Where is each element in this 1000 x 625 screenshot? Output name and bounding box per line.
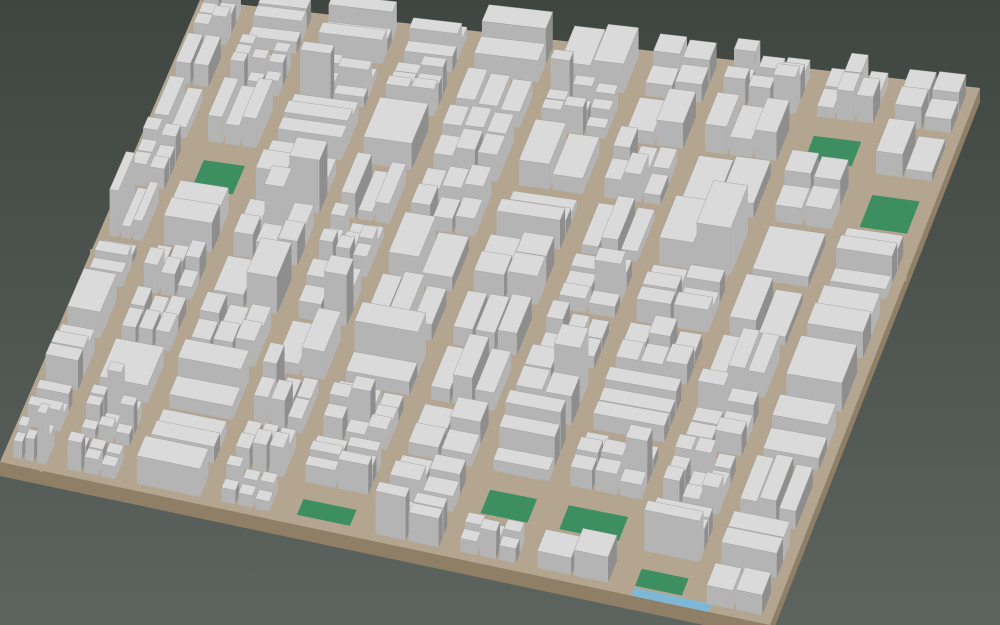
building-wall-front bbox=[193, 63, 209, 87]
building-wall-front bbox=[804, 205, 832, 230]
building-roof bbox=[773, 63, 800, 78]
city-model-render[interactable] bbox=[0, 0, 1000, 625]
building-wall-front bbox=[133, 219, 143, 241]
building-wall-front bbox=[67, 440, 82, 473]
building-wall-front bbox=[656, 120, 684, 149]
building-wall-front bbox=[37, 411, 46, 465]
building-wall-front bbox=[84, 457, 99, 476]
building-roof bbox=[733, 38, 761, 53]
building-wall-side bbox=[45, 404, 50, 465]
model-viewport[interactable] bbox=[0, 0, 1000, 625]
building-wall-front bbox=[208, 115, 223, 144]
building-wall-front bbox=[121, 225, 131, 239]
building-wall-front bbox=[252, 442, 267, 474]
building-wall-front bbox=[836, 89, 854, 121]
building-wall-front bbox=[13, 440, 23, 460]
building-wall-front bbox=[876, 151, 903, 178]
building-wall-front bbox=[704, 124, 727, 155]
building-wall-front bbox=[375, 201, 390, 224]
building-wall-side bbox=[330, 45, 335, 103]
building-roof bbox=[723, 65, 751, 80]
building-wall-front bbox=[233, 231, 253, 259]
building-wall-front bbox=[225, 123, 240, 146]
building-wall-front bbox=[160, 272, 175, 297]
building-roof bbox=[748, 74, 775, 89]
building-wall-front bbox=[375, 491, 406, 541]
building-wall-front bbox=[729, 136, 752, 158]
building-wall-front bbox=[518, 159, 550, 190]
building-wall-front bbox=[479, 528, 497, 560]
building-wall-front bbox=[25, 437, 35, 463]
building-wall-front bbox=[754, 129, 777, 161]
building-wall-front bbox=[301, 347, 325, 380]
building-wall-front bbox=[856, 95, 874, 124]
building-wall-front bbox=[659, 237, 694, 270]
building-wall-front bbox=[563, 105, 583, 136]
building-wall-front bbox=[269, 445, 284, 478]
building-wall-front bbox=[109, 189, 119, 237]
building-wall-front bbox=[242, 116, 257, 149]
building-wall-front bbox=[455, 216, 475, 237]
